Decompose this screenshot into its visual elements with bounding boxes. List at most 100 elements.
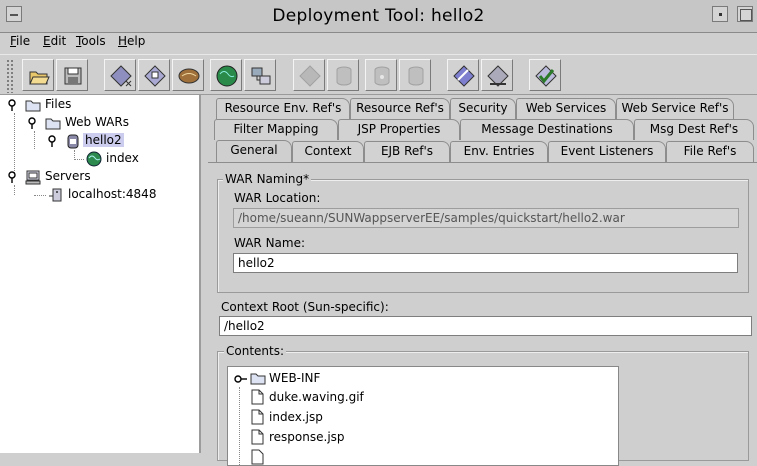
context-root-label: Context Root (Sun-specific): [221, 300, 389, 314]
tree-node-web-wars[interactable]: Web WARs [6, 114, 196, 132]
update-verify-icon [453, 65, 475, 87]
database-remove-button[interactable] [399, 59, 431, 91]
file-icon [251, 389, 264, 405]
tab-env-entries[interactable]: Env. Entries [450, 141, 548, 162]
tab-resource-refs[interactable]: Resource Ref's [350, 98, 450, 119]
tab-ejb-refs[interactable]: EJB Ref's [364, 141, 450, 162]
contents-file[interactable]: duke.waving.gif [232, 387, 612, 407]
tree-node-localhost[interactable]: localhost:4848 [6, 186, 196, 204]
tree-label: Web WARs [65, 115, 129, 129]
add-db-icon [336, 66, 352, 86]
globe-icon [86, 151, 102, 167]
tree-node-servers[interactable]: Servers [6, 168, 196, 186]
new-app-client-button[interactable] [210, 59, 242, 91]
contents-file-label: index.jsp [269, 410, 323, 424]
undeploy-button[interactable] [481, 59, 513, 91]
menu-file[interactable]: File [10, 34, 30, 48]
project-tree[interactable]: Files Web WARs hello2 index Servers loca… [0, 95, 201, 453]
server-icon [25, 170, 41, 185]
toolbar-grip-handle[interactable] [6, 59, 14, 93]
title-bar[interactable]: Deployment Tool: hello2 [0, 0, 757, 33]
war-jar-icon [67, 134, 79, 149]
new-web-component-icon [144, 65, 166, 87]
new-connector-button[interactable] [244, 59, 276, 91]
save-button[interactable] [56, 59, 88, 91]
open-button[interactable] [22, 59, 54, 91]
tab-security[interactable]: Security [450, 98, 516, 119]
contents-title: Contents: [224, 344, 287, 358]
new-app-client-icon [216, 65, 238, 87]
tab-web-service-refs[interactable]: Web Service Ref's [616, 98, 734, 119]
menu-edit[interactable]: Edit [43, 34, 66, 48]
contents-file[interactable]: index.jsp [232, 407, 612, 427]
file-icon [251, 429, 264, 445]
expand-handle-icon[interactable] [8, 99, 20, 111]
tab-event-listeners[interactable]: Event Listeners [548, 141, 666, 162]
window-title: Deployment Tool: hello2 [272, 6, 485, 26]
contents-file[interactable]: response.jsp [232, 427, 612, 447]
contents-tree[interactable]: WEB-INF duke.waving.gif index.jsp respon… [227, 366, 619, 466]
folder-icon [250, 373, 266, 385]
tab-filter-mapping[interactable]: Filter Mapping [214, 119, 338, 140]
tab-general[interactable]: General [216, 140, 292, 162]
tab-jsp-properties[interactable]: JSP Properties [338, 119, 460, 140]
server-instance-icon [49, 188, 62, 202]
database-config-button[interactable] [365, 59, 397, 91]
toolbar [0, 54, 757, 95]
contents-folder-web-inf[interactable]: WEB-INF [232, 369, 612, 389]
file-icon [251, 449, 264, 465]
new-web-component-button[interactable] [138, 59, 170, 91]
verify-checkmark-icon [535, 65, 557, 87]
war-naming-title: WAR Naming* [223, 172, 312, 186]
general-tab-content: WAR Naming* WAR Location: /home/sueann/S… [208, 162, 757, 466]
tree-label: Files [45, 97, 72, 111]
tab-msg-dest-refs[interactable]: Msg Dest Ref's [634, 119, 754, 140]
undeploy-icon [487, 65, 509, 87]
tree-node-hello2[interactable]: hello2 [6, 132, 196, 150]
expand-handle-icon[interactable] [234, 373, 248, 385]
deploy-button[interactable] [293, 59, 325, 91]
add-database-button[interactable] [327, 59, 359, 91]
folder-icon [25, 100, 41, 112]
tree-label: index [106, 151, 139, 165]
deploy-icon [299, 65, 321, 87]
properties-panel: Resource Env. Ref's Resource Ref's Secur… [208, 95, 757, 466]
open-folder-icon [29, 71, 50, 85]
expand-handle-icon[interactable] [28, 117, 40, 129]
tree-label: Servers [45, 169, 91, 183]
folder-icon [45, 118, 61, 130]
new-application-icon [110, 65, 132, 87]
new-application-button[interactable] [104, 59, 136, 91]
contents-folder-label: WEB-INF [269, 371, 321, 385]
minimize-button[interactable] [712, 6, 728, 22]
menu-tools[interactable]: Tools [76, 34, 106, 48]
maximize-button[interactable] [737, 6, 753, 22]
menu-help[interactable]: Help [118, 34, 145, 48]
war-location-label: WAR Location: [234, 191, 321, 205]
tree-node-files[interactable]: Files [6, 96, 196, 114]
new-bean-icon [178, 68, 200, 84]
contents-file-label: duke.waving.gif [269, 390, 364, 404]
war-location-field[interactable]: /home/sueann/SUNWappserverEE/samples/qui… [233, 208, 739, 228]
contents-file-label: response.jsp [269, 430, 345, 444]
war-name-label: WAR Name: [234, 236, 306, 250]
tab-message-destinations[interactable]: Message Destinations [460, 119, 634, 140]
tree-label: hello2 [83, 133, 124, 147]
expand-handle-icon[interactable] [48, 135, 60, 147]
update-verify-button[interactable] [447, 59, 479, 91]
tab-resource-env-refs[interactable]: Resource Env. Ref's [216, 98, 350, 119]
db-remove-icon [408, 66, 424, 86]
context-root-field[interactable]: /hello2 [219, 316, 752, 336]
expand-handle-icon[interactable] [8, 171, 20, 183]
war-name-field[interactable]: hello2 [233, 253, 738, 273]
tree-node-index[interactable]: index [6, 150, 196, 168]
new-bean-button[interactable] [172, 59, 204, 91]
menu-bar: File Edit Tools Help [0, 33, 757, 53]
contents-file-partial[interactable] [232, 447, 612, 465]
tab-context[interactable]: Context [292, 141, 364, 162]
verify-button[interactable] [529, 59, 561, 91]
tab-file-refs[interactable]: File Ref's [666, 141, 754, 162]
tree-label: localhost:4848 [68, 187, 157, 201]
tab-web-services[interactable]: Web Services [516, 98, 616, 119]
new-connector-icon [251, 67, 271, 85]
